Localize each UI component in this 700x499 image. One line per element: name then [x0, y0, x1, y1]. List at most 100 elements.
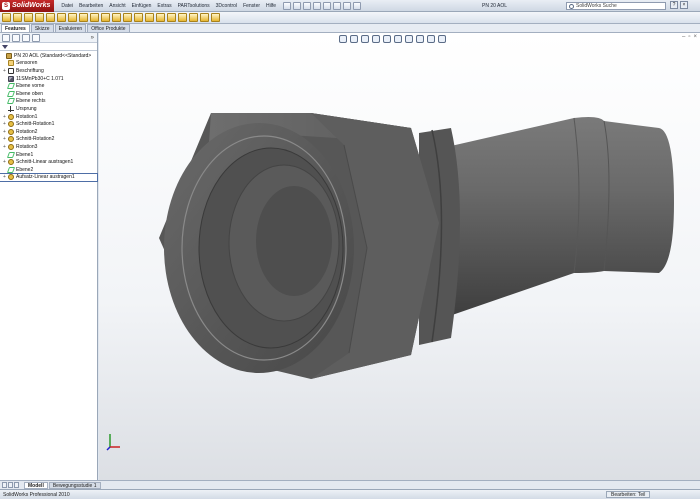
feature-icon	[8, 143, 14, 150]
help-icon[interactable]: ?	[670, 1, 678, 9]
extrude-cut-icon[interactable]	[46, 13, 55, 22]
menu-ansicht[interactable]: Ansicht	[106, 0, 128, 12]
tree-item[interactable]: + Schnitt-Linear austragen1	[0, 158, 97, 166]
status-edit-mode[interactable]: Bearbeiten: Teil	[606, 491, 651, 498]
tree-item[interactable]: + Schnitt-Rotation1	[0, 120, 97, 128]
menu-partsolutions[interactable]: PARTsolutions	[175, 0, 213, 12]
menu-fenster[interactable]: Fenster	[240, 0, 263, 12]
tab-modell[interactable]: Modell	[24, 481, 48, 489]
tree-item-label: Ebene rechts	[16, 98, 46, 105]
tree-item[interactable]: + Aufsatz-Linear austragen1	[0, 172, 98, 183]
graphics-area[interactable]: – ▫ ×	[99, 33, 700, 480]
tree-item[interactable]: Ebene1	[0, 151, 97, 159]
tab-bewegungsstudie[interactable]: Bewegungsstudie 1	[48, 481, 101, 489]
undo-icon[interactable]	[323, 1, 332, 10]
close-icon[interactable]: ×	[680, 1, 688, 9]
tree-expander-icon[interactable]: +	[2, 129, 7, 135]
revolve-cut-icon[interactable]	[57, 13, 66, 22]
tree-expander-icon[interactable]: +	[2, 114, 7, 120]
next-tab-icon[interactable]	[14, 482, 19, 488]
sweep-icon[interactable]	[24, 13, 33, 22]
menu-bearbeiten[interactable]: Bearbeiten	[76, 0, 106, 12]
dimxpert-icon[interactable]	[32, 33, 40, 42]
property-manager-icon[interactable]	[12, 33, 20, 42]
options-icon[interactable]	[353, 1, 362, 10]
dome-icon[interactable]	[189, 13, 198, 22]
tree-item[interactable]: Ebene vorne	[0, 82, 97, 90]
tree-expander-icon[interactable]: +	[2, 159, 7, 165]
tab-features[interactable]: Features	[1, 24, 30, 32]
tab-skizze[interactable]: Skizze	[30, 24, 54, 32]
curves-icon[interactable]	[156, 13, 165, 22]
thread-icon[interactable]	[211, 13, 220, 22]
status-product: SolidWorks Professional 2010	[3, 491, 70, 498]
tree-item-label: Ebene vorne	[16, 83, 45, 90]
tree-item[interactable]: Ebene rechts	[0, 98, 97, 106]
status-bar: SolidWorks Professional 2010 Bearbeiten:…	[0, 489, 700, 499]
tree-expander-icon[interactable]: +	[2, 144, 7, 150]
tree-expander-icon[interactable]: +	[2, 121, 7, 127]
open-file-icon[interactable]	[293, 1, 302, 10]
configuration-manager-icon[interactable]	[22, 33, 30, 42]
tree-item[interactable]: + Rotation3	[0, 143, 97, 151]
feature-tree-filter[interactable]	[0, 43, 97, 51]
pattern-icon[interactable]	[90, 13, 99, 22]
plane-icon	[6, 90, 16, 97]
instant3d-icon[interactable]	[167, 13, 176, 22]
fillet-icon[interactable]	[68, 13, 77, 22]
save-icon[interactable]	[303, 1, 312, 10]
feature-icon	[8, 128, 14, 135]
rebuild-icon[interactable]	[343, 1, 352, 10]
search-icon	[569, 3, 574, 9]
tab-evaluieren[interactable]: Evaluieren	[54, 24, 87, 32]
new-file-icon[interactable]	[283, 1, 292, 10]
menu-einfuegen[interactable]: Einfügen	[129, 0, 155, 12]
tree-item[interactable]: + Rotation2	[0, 128, 97, 136]
wrap-icon[interactable]	[200, 13, 209, 22]
tree-expander-icon[interactable]: +	[2, 174, 7, 180]
draft-icon[interactable]	[112, 13, 121, 22]
tree-item[interactable]: Sensoren	[0, 60, 97, 68]
menu-datei[interactable]: Datei	[58, 0, 76, 12]
rib-icon[interactable]	[123, 13, 132, 22]
select-icon[interactable]	[333, 1, 342, 10]
window-controls: ? ×	[670, 1, 688, 9]
tree-item[interactable]: + Beschriftung	[0, 67, 97, 75]
print-icon[interactable]	[313, 1, 322, 10]
tree-item-label: Rotation1	[16, 113, 38, 120]
reference-geometry-icon[interactable]	[145, 13, 154, 22]
first-tab-icon[interactable]	[2, 482, 7, 488]
tree-expander-icon[interactable]: +	[2, 136, 7, 142]
menu-3dcontrol[interactable]: 3Dcontrol	[213, 0, 240, 12]
folder-icon	[8, 60, 14, 67]
revolve-boss-icon[interactable]	[13, 13, 22, 22]
menu-hilfe[interactable]: Hilfe	[263, 0, 279, 12]
hole-wizard-icon[interactable]	[178, 13, 187, 22]
tab-office-produkte[interactable]: Office Produkte	[87, 24, 130, 32]
search-input[interactable]: SolidWorks Suche	[576, 3, 617, 9]
mirror-icon[interactable]	[134, 13, 143, 22]
solidworks-logo[interactable]: S SolidWorks	[0, 0, 55, 12]
shell-icon[interactable]	[101, 13, 110, 22]
tree-item[interactable]: Ebene2	[0, 166, 97, 174]
menu-extras[interactable]: Extras	[154, 0, 174, 12]
part-model[interactable]	[99, 33, 700, 480]
tree-item[interactable]: Ebene oben	[0, 90, 97, 98]
loft-icon[interactable]	[35, 13, 44, 22]
chamfer-icon[interactable]	[79, 13, 88, 22]
tree-expander-icon[interactable]: +	[2, 68, 7, 74]
feature-manager: » PN 20 AOL (Standard<<Standard> Sensoren…	[0, 33, 98, 480]
tree-item[interactable]: + Rotation1	[0, 113, 97, 121]
feature-tree-icon[interactable]	[2, 33, 10, 42]
feature-manager-toolbar: »	[0, 33, 97, 43]
search-box[interactable]: SolidWorks Suche	[566, 2, 666, 10]
extrude-boss-icon[interactable]	[2, 13, 11, 22]
tree-item[interactable]: Ursprung	[0, 105, 97, 113]
tree-item-label: Schnitt-Rotation2	[16, 136, 55, 143]
material-icon	[8, 75, 14, 82]
tree-item[interactable]: PN 20 AOL (Standard<<Standard>	[0, 52, 97, 60]
tree-item[interactable]: 11SMnPb30+C 1.071	[0, 75, 97, 83]
prev-tab-icon[interactable]	[8, 482, 13, 488]
tree-item[interactable]: + Schnitt-Rotation2	[0, 136, 97, 144]
expand-panel-icon[interactable]: »	[91, 35, 94, 41]
